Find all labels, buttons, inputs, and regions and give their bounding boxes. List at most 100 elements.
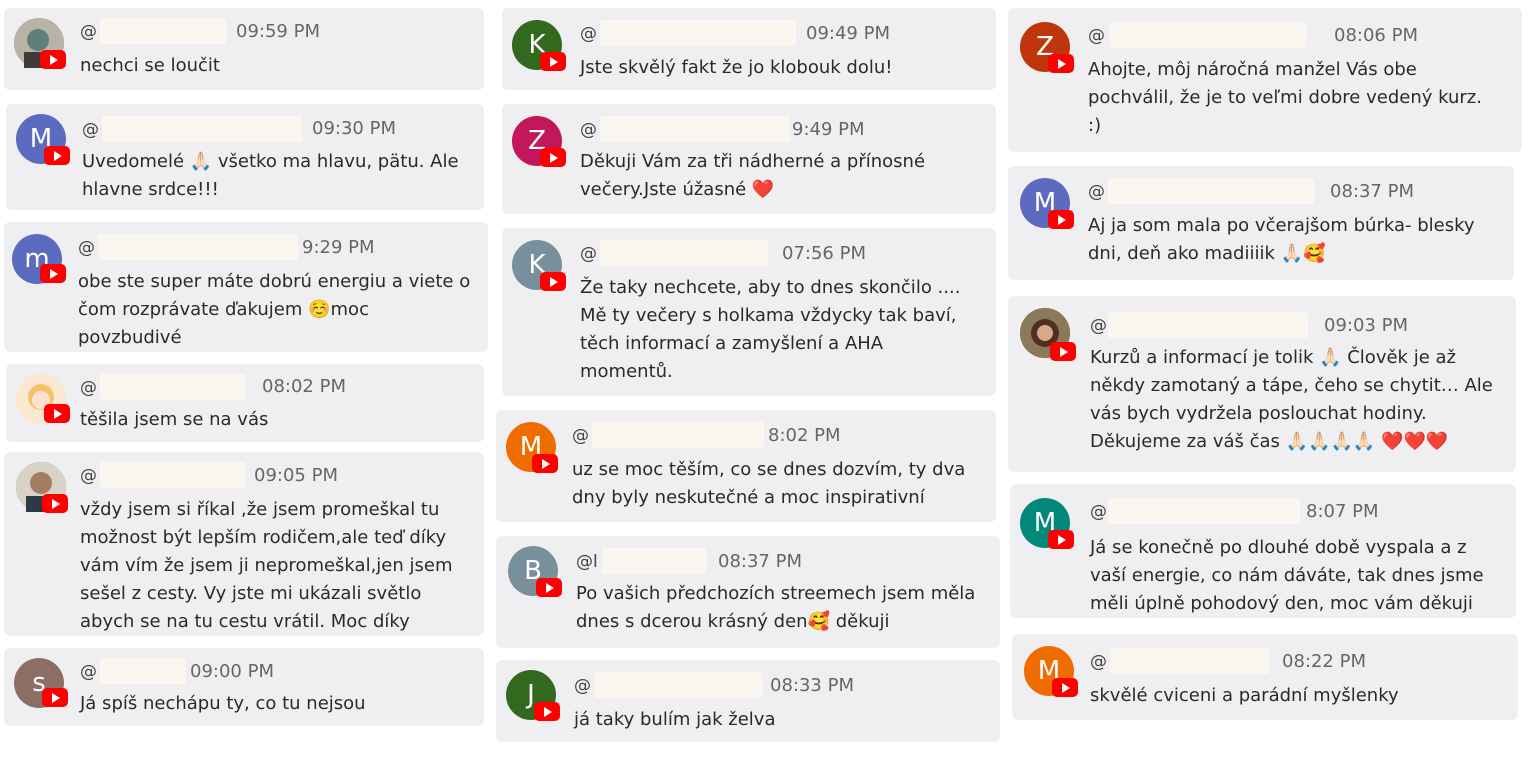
praying-hands-icon: 🙏🏻🙏🏻🙏🏻🙏🏻 (1285, 431, 1376, 452)
comment-card: Z @ 9:49 PM Děkuji Vám za tři nádherné a… (502, 104, 996, 214)
redacted-username (1108, 312, 1308, 338)
comment-time[interactable]: 8:02 PM (768, 425, 841, 446)
comment-card: m @ 9:29 PM obe ste super máte dobrú ene… (4, 222, 488, 352)
youtube-icon (540, 52, 566, 71)
comment-time[interactable]: 09:03 PM (1324, 315, 1408, 336)
comment-card: M @ 8:02 PM uz se moc těším, co se dnes … (496, 410, 996, 522)
comment-text: já taky bulím jak želva (574, 709, 776, 730)
author-handle[interactable]: @ (1090, 652, 1107, 672)
comment-time[interactable]: 08:06 PM (1334, 25, 1418, 46)
comment-time[interactable]: 08:33 PM (770, 675, 854, 696)
redacted-username (592, 422, 764, 448)
comment-time[interactable]: 08:37 PM (718, 551, 802, 572)
comment-time[interactable]: 09:30 PM (312, 118, 396, 139)
comment-text: Uvedomelé 🙏🏻 všetko ma hlavu, pätu. Ale … (82, 151, 459, 200)
redacted-username (100, 374, 246, 400)
author-handle[interactable]: @ (78, 238, 95, 258)
author-handle[interactable]: @ (1088, 182, 1105, 202)
redacted-username (600, 20, 796, 46)
comment-card: K @ 09:49 PM Jste skvělý fakt že jo klob… (502, 8, 996, 90)
redacted-username (100, 658, 186, 684)
author-handle[interactable]: @ (80, 378, 97, 398)
comment-text: Děkuji Vám za tři nádherné a přínosné ve… (580, 151, 926, 200)
comment-time[interactable]: 08:22 PM (1282, 651, 1366, 672)
comment-time[interactable]: 9:49 PM (792, 119, 865, 140)
comment-card: s @ 09:00 PM Já spíš nechápu ty, co tu n… (4, 648, 484, 726)
youtube-icon (534, 702, 560, 721)
redacted-username (1108, 178, 1314, 204)
comment-text: Já se konečně po dlouhé době vyspala a z… (1090, 537, 1484, 614)
smiling-face-with-hearts-icon: 🥰 (807, 611, 830, 632)
smiling-face-with-hearts-icon: 🥰 (1303, 243, 1326, 264)
comment-card: B @l 08:37 PM Po vašich předchozích stre… (496, 536, 1000, 648)
author-handle[interactable]: @ (580, 120, 597, 140)
comment-text: vždy jsem si říkal ,že jsem promeškal tu… (80, 499, 453, 632)
comment-text: Ahojte, môj náročná manžel Vás obe pochv… (1088, 59, 1482, 136)
author-handle[interactable]: @ (572, 426, 589, 446)
comment-time[interactable]: 09:49 PM (806, 23, 890, 44)
comment-card: M @ 8:07 PM Já se konečně po dlouhé době… (1010, 484, 1516, 618)
comment-card: M @ 09:30 PM Uvedomelé 🙏🏻 všetko ma hlav… (6, 104, 484, 210)
author-handle[interactable]: @ (1088, 26, 1105, 46)
author-handle[interactable]: @ (1090, 316, 1107, 336)
comment-text: Já spíš nechápu ty, co tu nejsou (80, 693, 366, 714)
heart-icon: ❤️❤️❤️ (1381, 431, 1449, 452)
author-handle[interactable]: @ (82, 120, 99, 140)
comment-text: Aj ja som mala po včerajšom búrka- blesk… (1088, 215, 1475, 264)
youtube-icon (1052, 678, 1078, 697)
praying-hands-icon: 🙏🏻 (1319, 347, 1342, 368)
redacted-username (1108, 498, 1300, 524)
comment-time[interactable]: 07:56 PM (782, 243, 866, 264)
author-handle[interactable]: @ (580, 24, 597, 44)
youtube-icon (42, 688, 68, 707)
comment-time[interactable]: 08:37 PM (1330, 181, 1414, 202)
comment-time[interactable]: 9:29 PM (302, 237, 375, 258)
comment-text: skvělé cviceni a parádní myšlenky (1090, 685, 1399, 706)
redacted-username (98, 234, 298, 260)
comment-text: Kurzů a informací je tolik 🙏🏻 Člověk je … (1090, 347, 1493, 452)
comment-time[interactable]: 8:07 PM (1306, 501, 1379, 522)
author-handle[interactable]: @ (80, 22, 97, 42)
comment-time[interactable]: 09:05 PM (254, 465, 338, 486)
comment-card: Z @ 08:06 PM Ahojte, môj náročná manžel … (1008, 8, 1522, 152)
comment-text: obe ste super máte dobrú energiu a viete… (78, 271, 471, 348)
redacted-username (594, 672, 762, 698)
youtube-icon (42, 494, 68, 513)
redacted-username (600, 240, 768, 266)
youtube-icon (536, 578, 562, 597)
comment-text: nechci se loučit (80, 55, 220, 76)
author-handle[interactable]: @ (80, 662, 97, 682)
youtube-icon (40, 50, 66, 69)
author-handle[interactable]: @ (580, 244, 597, 264)
youtube-icon (540, 272, 566, 291)
author-handle[interactable]: @ (574, 676, 591, 696)
redacted-username (600, 116, 790, 142)
youtube-icon (1048, 54, 1074, 73)
author-handle[interactable]: @ (80, 466, 97, 486)
youtube-icon (40, 264, 66, 283)
redacted-username (102, 116, 302, 142)
comment-card: @ 09:05 PM vždy jsem si říkal ,že jsem p… (4, 452, 484, 636)
comment-card: @ 09:59 PM nechci se loučit (4, 8, 484, 90)
comment-card: M @ 08:37 PM Aj ja som mala po včerajšom… (1008, 166, 1514, 280)
youtube-icon (532, 454, 558, 473)
comment-card: M @ 08:22 PM skvělé cviceni a parádní my… (1012, 634, 1518, 720)
youtube-icon (44, 146, 70, 165)
redacted-username (1110, 22, 1306, 48)
author-handle[interactable]: @ (1090, 502, 1107, 522)
comment-time[interactable]: 08:02 PM (262, 376, 346, 397)
redacted-username (100, 18, 226, 44)
comment-text: Že taky nechcete, aby to dnes skončilo .… (580, 277, 961, 382)
comment-text: Po vašich předchozích streemech jsem měl… (576, 583, 976, 632)
praying-hands-icon: 🙏🏻 (1280, 243, 1304, 264)
praying-hands-icon: 🙏🏻 (189, 151, 213, 172)
comment-card: @ 08:02 PM těšila jsem se na vás (6, 364, 484, 442)
comment-time[interactable]: 09:59 PM (236, 21, 320, 42)
smiling-face-icon: ☺️ (308, 299, 331, 320)
comment-card: J @ 08:33 PM já taky bulím jak želva (496, 660, 1000, 742)
redacted-username (602, 548, 706, 574)
comment-card: K @ 07:56 PM Že taky nechcete, aby to dn… (502, 228, 996, 396)
author-handle[interactable]: @l (576, 552, 598, 572)
redacted-username (100, 462, 246, 488)
comment-time[interactable]: 09:00 PM (190, 661, 274, 682)
